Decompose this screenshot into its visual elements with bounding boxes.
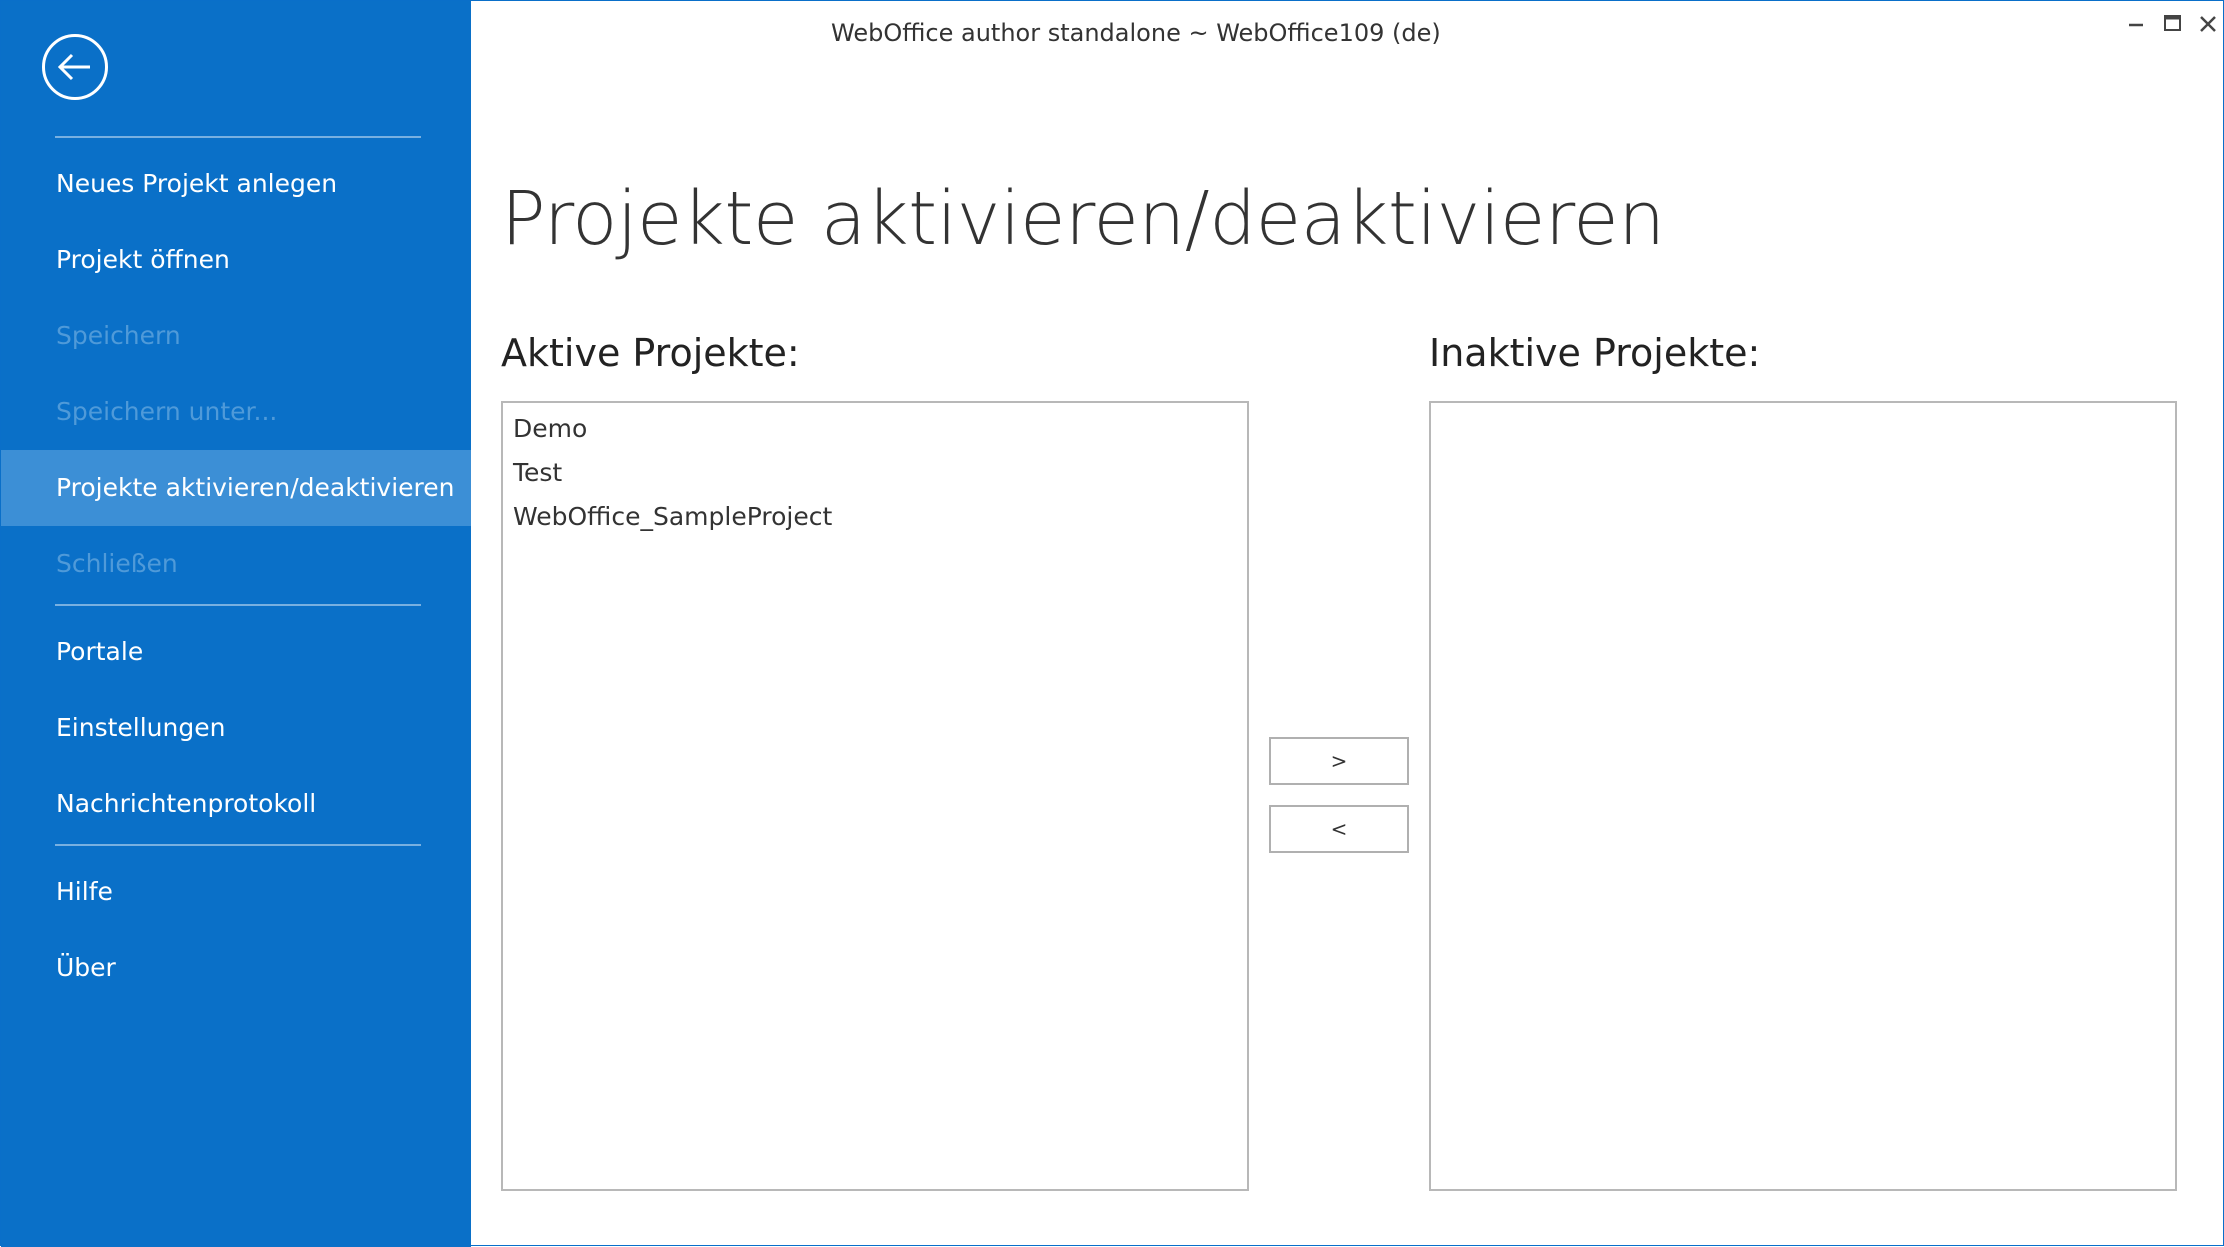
sidebar-item-close: Schließen (56, 549, 178, 578)
sidebar-item-save: Speichern (56, 321, 181, 350)
minimize-icon (2129, 23, 2143, 27)
sidebar-item-activate-projects[interactable]: Projekte aktivieren/deaktivieren (1, 450, 471, 526)
list-item[interactable]: Test (503, 451, 1247, 495)
maximize-button[interactable] (2157, 9, 2187, 39)
sidebar-item-new-project[interactable]: Neues Projekt anlegen (1, 146, 471, 222)
sidebar-item-save-as: Speichern unter... (56, 397, 278, 426)
back-arrow-icon (57, 53, 90, 81)
inactive-projects-list[interactable] (1429, 401, 2177, 1191)
active-projects-label: Aktive Projekte: (501, 331, 800, 375)
minimize-button[interactable] (2121, 9, 2151, 39)
sidebar-divider (55, 844, 421, 846)
list-item[interactable]: WebOffice_SampleProject (503, 495, 1247, 539)
deactivate-button[interactable]: > (1269, 737, 1409, 785)
sidebar-item-open-project[interactable]: Projekt öffnen (1, 222, 471, 298)
close-icon (2200, 16, 2216, 32)
maximize-icon (2164, 15, 2181, 31)
sidebar-item-settings[interactable]: Einstellungen (1, 690, 471, 766)
sidebar-divider (55, 136, 421, 138)
sidebar-item-about[interactable]: Über (1, 930, 471, 1006)
sidebar-divider (55, 604, 421, 606)
sidebar-item-help[interactable]: Hilfe (1, 854, 471, 930)
sidebar-item-message-log[interactable]: Nachrichtenprotokoll (1, 766, 471, 842)
active-projects-list[interactable]: Demo Test WebOffice_SampleProject (501, 401, 1249, 1191)
sidebar: Neues Projekt anlegen Projekt öffnen Spe… (1, 1, 471, 1247)
activate-button[interactable]: < (1269, 805, 1409, 853)
window-title: WebOffice author standalone ~ WebOffice1… (831, 19, 1441, 47)
back-button[interactable] (42, 34, 108, 100)
page-title: Projekte aktivieren/deaktivieren (501, 176, 1665, 262)
inactive-projects-label: Inaktive Projekte: (1429, 331, 1761, 375)
close-button[interactable] (2193, 9, 2223, 39)
list-item[interactable]: Demo (503, 407, 1247, 451)
app-window: Neues Projekt anlegen Projekt öffnen Spe… (0, 0, 2224, 1247)
sidebar-item-portals[interactable]: Portale (1, 614, 471, 690)
